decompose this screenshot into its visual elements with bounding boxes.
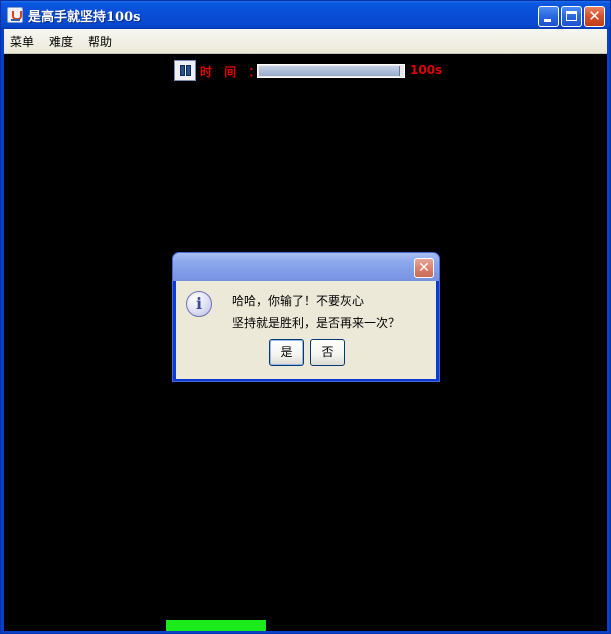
maximize-button[interactable]	[561, 6, 582, 27]
time-value: 100s	[410, 63, 443, 77]
menu-item-difficulty[interactable]: 难度	[49, 33, 73, 50]
menu-item-help[interactable]: 帮助	[88, 33, 112, 50]
time-progress-fill	[259, 66, 400, 76]
menu-bar: 菜单 难度 帮助	[4, 29, 607, 54]
title-bar[interactable]: 是高手就坚持100s ✕	[1, 1, 610, 29]
time-label: 时 间 ：	[200, 65, 265, 79]
info-icon: i	[186, 291, 212, 317]
app-window: 是高手就坚持100s ✕ 菜单 难度 帮助 时 间 ： 100s ✕ i 哈哈，…	[0, 0, 611, 634]
close-icon: ✕	[588, 7, 601, 25]
pause-icon-bar	[186, 65, 191, 76]
minimize-icon	[544, 19, 551, 22]
info-icon-glyph: i	[195, 294, 203, 313]
minimize-button[interactable]	[538, 6, 559, 27]
time-progress-bar	[257, 64, 405, 78]
pause-button[interactable]	[174, 60, 196, 81]
player-paddle[interactable]	[166, 620, 266, 631]
close-button[interactable]: ✕	[584, 6, 605, 27]
close-icon: ✕	[418, 260, 430, 276]
dialog-message-line-2: 坚持就是胜利，是否再来一次？	[232, 316, 401, 330]
java-app-icon[interactable]	[7, 7, 23, 23]
dialog-body: i 哈哈，你输了！不要灰心 坚持就是胜利，是否再来一次？ 是 否	[176, 281, 436, 379]
menu-item-menu[interactable]: 菜单	[10, 33, 34, 50]
pause-icon	[180, 65, 185, 76]
yes-button[interactable]: 是	[269, 339, 304, 366]
dialog-message-line-1: 哈哈，你输了！不要灰心	[232, 294, 365, 308]
no-button[interactable]: 否	[310, 339, 345, 366]
window-title: 是高手就坚持100s	[28, 10, 141, 25]
maximize-icon	[566, 11, 577, 21]
dialog-close-button[interactable]: ✕	[414, 258, 434, 278]
game-over-dialog: ✕ i 哈哈，你输了！不要灰心 坚持就是胜利，是否再来一次？ 是 否	[172, 252, 440, 382]
dialog-title-bar[interactable]: ✕	[173, 253, 439, 281]
